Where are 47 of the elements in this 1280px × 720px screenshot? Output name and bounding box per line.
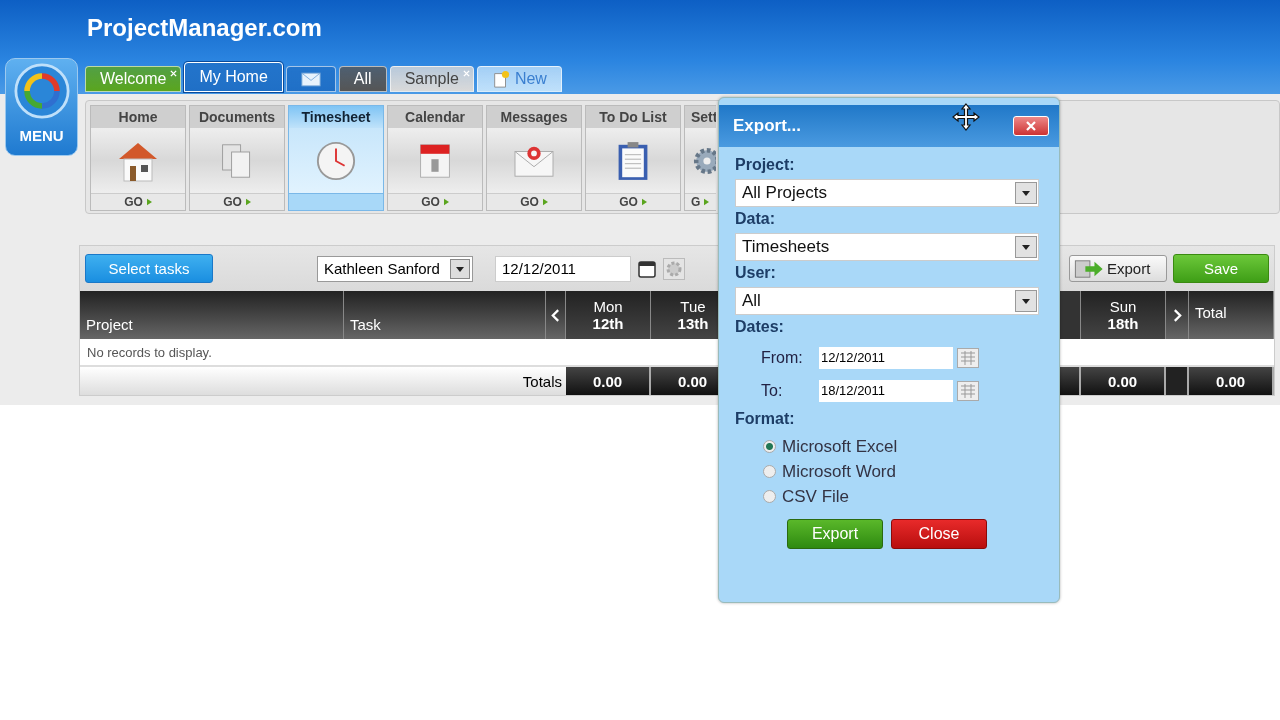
column-header: Total (1189, 291, 1274, 339)
day-header: Sun 18th (1081, 291, 1166, 339)
go-link[interactable]: GO (124, 195, 143, 209)
go-link[interactable]: GO (520, 195, 539, 209)
select-field[interactable]: All (735, 287, 1039, 315)
total-cell: 0.00 (1081, 367, 1166, 395)
export-button[interactable]: Export (1069, 255, 1167, 282)
user-dropdown[interactable]: Kathleen Sanford (317, 255, 473, 282)
field-label: Format: (735, 410, 796, 428)
date-label: From: (761, 348, 804, 367)
column-header: Project (80, 291, 344, 339)
close-button[interactable]: Close (891, 519, 987, 549)
radio-label: CSV File (782, 486, 850, 507)
date-label: To: (761, 381, 784, 400)
select-field[interactable]: Timesheets (735, 233, 1039, 261)
field-label: Dates: (735, 318, 785, 336)
date-field[interactable]: 12/12/2011 (495, 255, 631, 282)
tab[interactable]: Sample (389, 66, 474, 92)
tab[interactable]: All (338, 66, 387, 92)
totals-label: Totals (522, 372, 562, 390)
dialog-title: Export... (733, 116, 801, 136)
module-tile[interactable]: Documents GO (189, 105, 285, 211)
select-field[interactable]: All Projects (735, 179, 1039, 207)
field-label: Project: (735, 156, 796, 174)
module-tile[interactable]: Timesheet (288, 105, 384, 211)
field-label: User: (735, 264, 777, 282)
total-cell: 0.00 (566, 367, 651, 395)
module-tile[interactable]: Messages GO (486, 105, 582, 211)
total-cell: 0.00 (1189, 367, 1274, 395)
site-title: ProjectManager.com (87, 14, 323, 43)
day-header: Mon 12th (566, 291, 651, 339)
field-label: Data: (735, 210, 776, 228)
empty-message: No records to display. (87, 344, 212, 360)
go-link[interactable]: GO (421, 195, 440, 209)
radio-label: Microsoft Excel (782, 436, 898, 457)
module-tile[interactable]: Calendar GO (387, 105, 483, 211)
date-field[interactable]: 18/12/2011 (819, 379, 953, 402)
go-link[interactable]: GO (223, 195, 242, 209)
tab[interactable]: My Home (184, 62, 283, 92)
module-tile[interactable]: To Do List GO (585, 105, 681, 211)
date-field[interactable]: 12/12/2011 (819, 346, 953, 369)
menu-button[interactable]: MENU (5, 58, 78, 156)
column-header: Task (344, 291, 546, 339)
go-link[interactable]: G (691, 195, 701, 209)
module-tile[interactable]: Home GO (90, 105, 186, 211)
radio-label: Microsoft Word (782, 461, 896, 482)
go-link[interactable]: GO (619, 195, 638, 209)
